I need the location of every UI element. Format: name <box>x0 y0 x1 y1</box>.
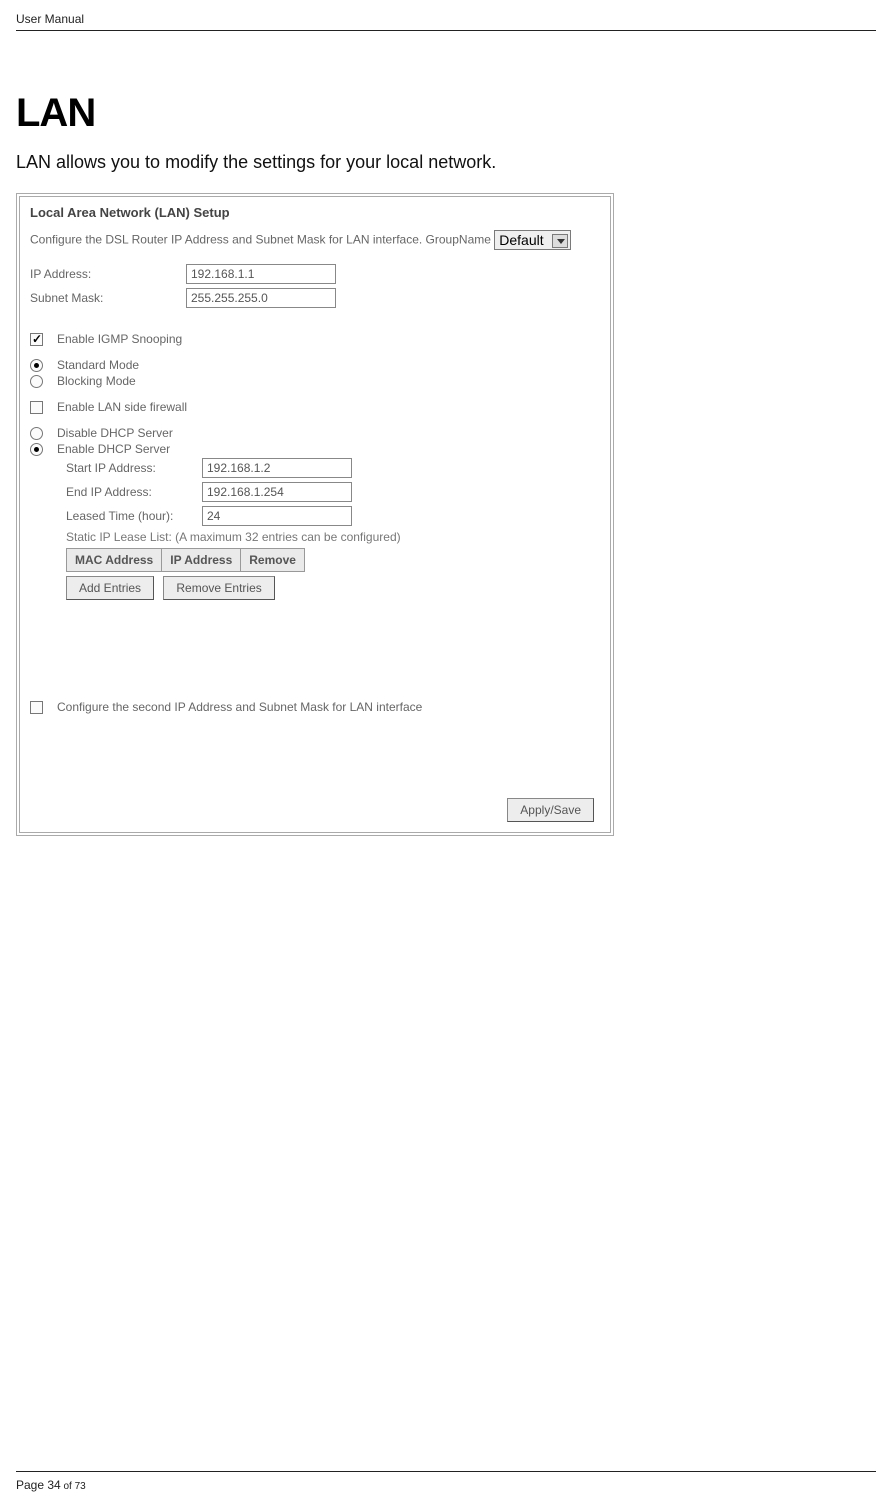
ip-address-input[interactable] <box>186 264 336 284</box>
blocking-mode-label: Blocking Mode <box>57 374 136 388</box>
igmp-snooping-checkbox[interactable] <box>30 333 43 346</box>
blocking-mode-row: Blocking Mode <box>30 374 600 388</box>
start-ip-label: Start IP Address: <box>66 461 202 475</box>
add-entries-button[interactable]: Add Entries <box>66 576 154 600</box>
panel-title: Local Area Network (LAN) Setup <box>30 205 600 220</box>
blocking-mode-radio[interactable] <box>30 375 43 388</box>
second-ip-label: Configure the second IP Address and Subn… <box>57 700 422 714</box>
remove-entries-button[interactable]: Remove Entries <box>163 576 274 600</box>
lan-firewall-checkbox[interactable] <box>30 401 43 414</box>
dhcp-enable-radio[interactable] <box>30 443 43 456</box>
dhcp-disable-label: Disable DHCP Server <box>57 426 173 440</box>
section-intro: LAN allows you to modify the settings fo… <box>16 152 876 173</box>
start-ip-input[interactable] <box>202 458 352 478</box>
chevron-down-icon <box>552 234 568 248</box>
lan-firewall-row: Enable LAN side firewall <box>30 400 600 414</box>
apply-row: Apply/Save <box>30 794 600 822</box>
dhcp-enable-row: Enable DHCP Server <box>30 442 600 456</box>
page-footer: Page 34 of 73 <box>16 1471 876 1492</box>
col-mac: MAC Address <box>67 549 162 572</box>
end-ip-label: End IP Address: <box>66 485 202 499</box>
page-prefix: Page 34 <box>16 1478 61 1492</box>
lan-setup-panel: Local Area Network (LAN) Setup Configure… <box>16 193 614 836</box>
dhcp-disable-radio[interactable] <box>30 427 43 440</box>
standard-mode-radio[interactable] <box>30 359 43 372</box>
group-name-value: Default <box>499 232 543 248</box>
lease-time-input[interactable] <box>202 506 352 526</box>
end-ip-input[interactable] <box>202 482 352 502</box>
page-suffix: of 73 <box>61 1481 86 1492</box>
lease-buttons: Add Entries Remove Entries <box>66 572 600 600</box>
dhcp-enable-label: Enable DHCP Server <box>57 442 170 456</box>
static-lease-table: MAC Address IP Address Remove <box>66 548 305 572</box>
standard-mode-label: Standard Mode <box>57 358 139 372</box>
standard-mode-row: Standard Mode <box>30 358 600 372</box>
dhcp-details: Start IP Address: End IP Address: Leased… <box>66 458 600 600</box>
apply-save-button[interactable]: Apply/Save <box>507 798 594 822</box>
subnet-mask-label: Subnet Mask: <box>30 291 186 305</box>
igmp-snooping-row: Enable IGMP Snooping <box>30 332 600 346</box>
section-title: LAN <box>16 91 876 136</box>
igmp-snooping-label: Enable IGMP Snooping <box>57 332 182 346</box>
subnet-mask-input[interactable] <box>186 288 336 308</box>
page-number: Page 34 of 73 <box>16 1478 876 1492</box>
subnet-mask-row: Subnet Mask: <box>30 288 600 308</box>
col-remove: Remove <box>241 549 305 572</box>
dhcp-disable-row: Disable DHCP Server <box>30 426 600 440</box>
lease-time-label: Leased Time (hour): <box>66 509 202 523</box>
second-ip-checkbox[interactable] <box>30 701 43 714</box>
col-ip: IP Address <box>162 549 241 572</box>
static-lease-note: Static IP Lease List: (A maximum 32 entr… <box>66 530 600 544</box>
running-header: User Manual <box>16 12 876 26</box>
footer-rule <box>16 1471 876 1472</box>
panel-desc-row: Configure the DSL Router IP Address and … <box>30 230 600 250</box>
ip-address-label: IP Address: <box>30 267 186 281</box>
panel-desc-text: Configure the DSL Router IP Address and … <box>30 232 491 246</box>
group-name-select[interactable]: Default <box>494 230 570 250</box>
header-rule <box>16 30 876 31</box>
lan-firewall-label: Enable LAN side firewall <box>57 400 187 414</box>
ip-address-row: IP Address: <box>30 264 600 284</box>
second-ip-row: Configure the second IP Address and Subn… <box>30 700 600 714</box>
